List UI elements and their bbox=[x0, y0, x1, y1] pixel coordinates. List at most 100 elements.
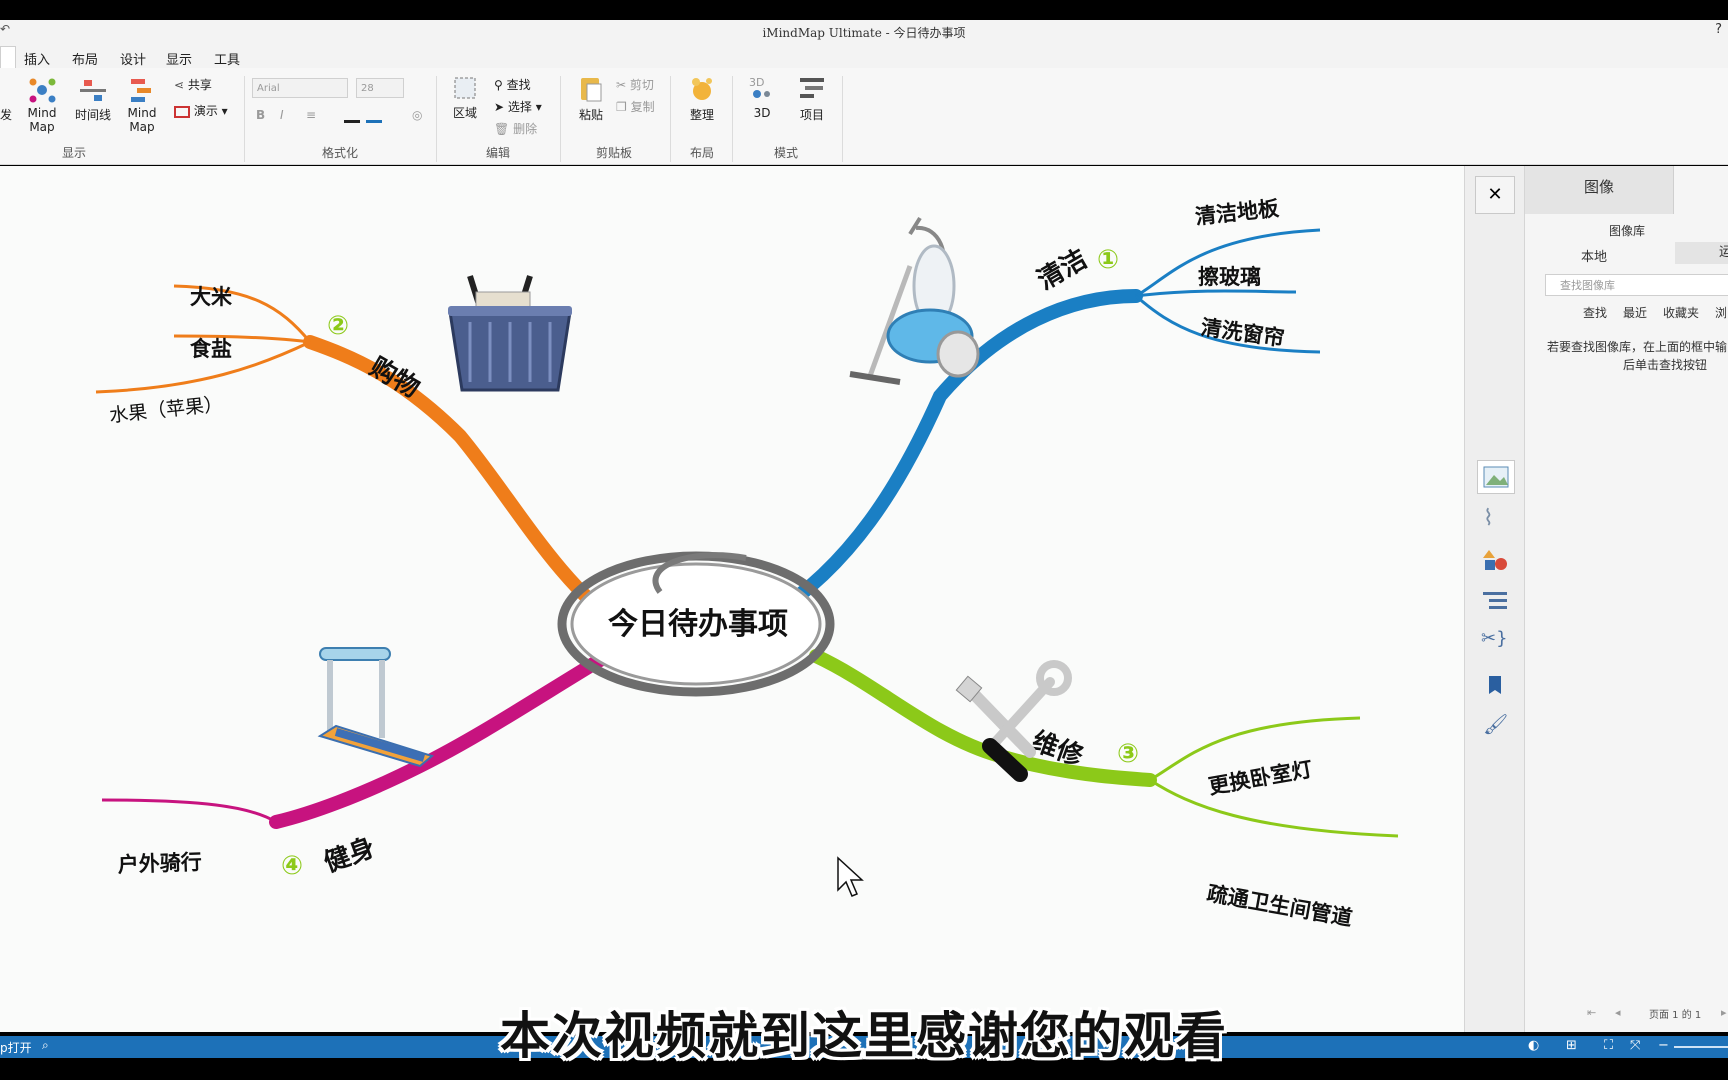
image-search-input[interactable]: 查找图像库 bbox=[1545, 274, 1728, 296]
tab-tools[interactable]: 工具 bbox=[214, 49, 240, 68]
branch-label-fitness[interactable]: 健身 bbox=[320, 832, 379, 879]
highlight-color-icon[interactable] bbox=[366, 120, 382, 123]
vacuum-cleaner-icon[interactable] bbox=[849, 216, 980, 385]
separator bbox=[842, 76, 843, 162]
sub-branch-line bbox=[1149, 778, 1399, 838]
snippets-icon[interactable]: ✂} bbox=[1481, 628, 1508, 649]
sub-item-unclog-bathroom-pipe[interactable]: 疏通卫生间管道 bbox=[1205, 881, 1354, 930]
cut-button[interactable]: ✂ 剪切 bbox=[616, 76, 654, 93]
timeline-view-label: 时间线 bbox=[74, 108, 111, 122]
find-label: 查找 bbox=[506, 78, 531, 92]
3d-label: 3D bbox=[753, 106, 771, 120]
link-find[interactable]: 查找 bbox=[1583, 304, 1607, 321]
region-icon bbox=[454, 77, 476, 99]
project-button[interactable]: 项目 bbox=[792, 74, 832, 123]
separator bbox=[732, 76, 733, 162]
tab-design[interactable]: 设计 bbox=[120, 49, 146, 68]
tab-images[interactable]: 图像 bbox=[1525, 166, 1674, 214]
link-recent[interactable]: 最近 bbox=[1623, 304, 1647, 321]
scissors-icon: ✂ bbox=[616, 78, 627, 92]
library-title: 图像库 bbox=[1608, 224, 1645, 238]
top-black-bar bbox=[0, 0, 1728, 20]
branch-label-cleaning[interactable]: 清洁 bbox=[1033, 244, 1093, 296]
tab-local[interactable]: 本地 bbox=[1581, 246, 1607, 265]
sub-branch-line bbox=[1135, 289, 1297, 298]
group-label-format: 格式化 bbox=[322, 146, 359, 160]
copy-icon: ❐ bbox=[616, 100, 627, 114]
basket-icon[interactable] bbox=[448, 275, 572, 392]
branch-repair[interactable] bbox=[809, 649, 1157, 787]
shapes-icon[interactable] bbox=[1481, 546, 1509, 578]
hint-line-1: 若要查找图像库，在上面的框中输 bbox=[1547, 340, 1728, 354]
3d-icon: 3D bbox=[749, 76, 770, 98]
help-icon[interactable]: ? bbox=[1715, 22, 1722, 37]
font-select[interactable]: Arial bbox=[252, 78, 348, 98]
align-icon[interactable]: ≡ bbox=[306, 108, 316, 122]
outline-icon[interactable] bbox=[1481, 588, 1509, 620]
mindmap-svg: 今日待办事项 清洁 ① 清洁地板 擦玻璃 清洗窗帘 购物 ② 大米 食盐 水果（… bbox=[95, 196, 1399, 930]
close-icon: ✕ bbox=[1487, 184, 1503, 205]
treadmill-icon[interactable] bbox=[317, 647, 435, 768]
project-icon bbox=[800, 78, 824, 98]
link-favorites[interactable]: 收藏夹 bbox=[1663, 304, 1699, 321]
sub-item-wipe-glass[interactable]: 擦玻璃 bbox=[1198, 265, 1261, 289]
cursor-icon: ➤ bbox=[494, 100, 505, 114]
branch-number-shopping: ② bbox=[327, 311, 349, 341]
arrange-button[interactable]: 整理 bbox=[682, 74, 722, 123]
brush-icon[interactable]: 🖌 bbox=[1483, 712, 1508, 736]
italic-icon[interactable]: I bbox=[280, 108, 284, 122]
tab-online[interactable]: 运 bbox=[1675, 242, 1728, 264]
find-button[interactable]: ⚲ 查找 bbox=[494, 76, 531, 93]
mouse-cursor bbox=[837, 856, 864, 897]
separator bbox=[670, 76, 671, 162]
image-panel-button[interactable] bbox=[1477, 460, 1515, 494]
separator bbox=[560, 76, 561, 162]
font-color-icon[interactable] bbox=[344, 120, 360, 123]
present-button[interactable]: 演示 ▾ bbox=[174, 102, 228, 119]
tab-layout[interactable]: 布局 bbox=[72, 49, 98, 68]
tab-home[interactable] bbox=[0, 46, 16, 69]
separator bbox=[436, 76, 437, 162]
sub-item-rice[interactable]: 大米 bbox=[190, 285, 233, 309]
paste-icon bbox=[581, 78, 602, 102]
sub-item-replace-bedroom-light[interactable]: 更换卧室灯 bbox=[1207, 757, 1315, 799]
tab-view[interactable]: 显示 bbox=[166, 49, 192, 68]
cut-label: 剪切 bbox=[629, 78, 654, 92]
sub-item-clean-floor[interactable]: 清洁地板 bbox=[1194, 196, 1281, 229]
paste-button[interactable]: 粘贴 bbox=[574, 74, 608, 123]
central-text[interactable]: 今日待办事项 bbox=[608, 607, 788, 642]
branch-fitness[interactable] bbox=[269, 653, 607, 829]
group-label-edit: 编辑 bbox=[486, 146, 511, 160]
group-label-layout: 布局 bbox=[690, 146, 715, 160]
sub-item-salt[interactable]: 食盐 bbox=[190, 337, 232, 361]
timeline-view-button[interactable]: 时间线 bbox=[72, 76, 114, 123]
share-button[interactable]: ⋖ 共享 bbox=[174, 76, 212, 93]
panel-icon-strip: ✕ ⌇ ✂} 🖌 bbox=[1464, 166, 1525, 1032]
region-label: 区域 bbox=[452, 106, 477, 120]
delete-button[interactable]: 🗑 删除 bbox=[494, 120, 537, 137]
region-button[interactable]: 区域 bbox=[448, 74, 482, 121]
format-painter-icon[interactable]: ◎ bbox=[412, 108, 422, 122]
mindmap-canvas[interactable]: 今日待办事项 清洁 ① 清洁地板 擦玻璃 清洗窗帘 购物 ② 大米 食盐 水果（… bbox=[0, 166, 1464, 1032]
group-label-display: 显示 bbox=[62, 146, 87, 160]
sub-item-outdoor-cycling[interactable]: 户外骑行 bbox=[117, 850, 202, 877]
mindmap2-view-button[interactable]: Mind Map bbox=[114, 76, 170, 134]
attachment-icon[interactable]: ⌇ bbox=[1483, 506, 1494, 531]
3d-button[interactable]: 3D 3D bbox=[744, 74, 780, 120]
tab-insert[interactable]: 插入 bbox=[24, 49, 50, 68]
link-browse[interactable]: 浏 bbox=[1715, 304, 1727, 321]
select-button[interactable]: ➤ 选择 ▾ bbox=[494, 98, 542, 115]
mindmap-view-button[interactable]: Mind Map bbox=[14, 76, 70, 134]
close-panel-button[interactable]: ✕ bbox=[1475, 176, 1515, 214]
copy-button[interactable]: ❐ 复制 bbox=[616, 98, 655, 115]
sub-item-fruit[interactable]: 水果（苹果） bbox=[108, 393, 224, 427]
partial-label[interactable]: 发 bbox=[0, 106, 12, 123]
mindmap-view-label: Mind Map bbox=[27, 106, 57, 134]
bold-icon[interactable]: B bbox=[256, 108, 265, 122]
tag-icon[interactable] bbox=[1485, 672, 1505, 702]
share-icon: ⋖ bbox=[174, 78, 185, 92]
group-label-clipboard: 剪贴板 bbox=[596, 146, 633, 160]
font-size-select[interactable]: 28 bbox=[356, 78, 404, 98]
mindmap-icon bbox=[29, 78, 56, 103]
paste-label: 粘贴 bbox=[578, 108, 603, 122]
